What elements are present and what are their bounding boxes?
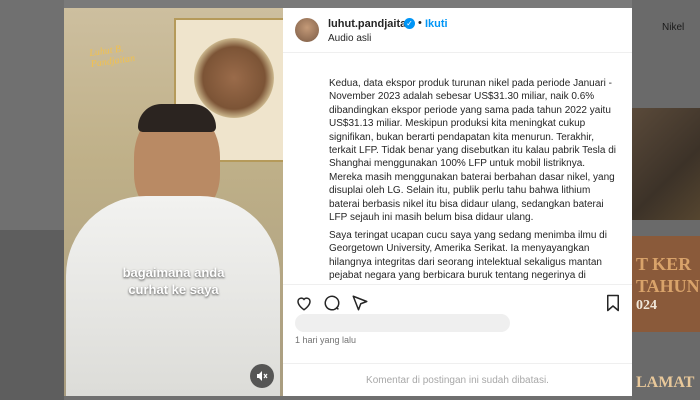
mute-icon-glyph <box>257 371 268 381</box>
likes-placeholder <box>295 314 510 332</box>
background-thumbnail <box>632 108 700 220</box>
post-modal: Luhut B. Pandjaitan bagaimana anda curha… <box>64 8 632 396</box>
post-caption-scroll[interactable]: Kedua, data ekspor produk turunan nikel … <box>283 53 632 284</box>
avatar[interactable] <box>295 18 319 42</box>
decorative-fan <box>194 38 274 118</box>
save-icon[interactable] <box>605 294 625 314</box>
post-header: luhut.pandjaitan ✓ • Ikuti Audio asli <box>283 8 632 53</box>
background-top-bar <box>0 0 700 8</box>
caption-line-1: bagaimana anda <box>122 265 225 280</box>
video-caption: bagaimana anda curhat ke saya <box>64 264 283 298</box>
like-icon[interactable] <box>295 294 315 314</box>
background-bottom-text: LAMAT <box>636 374 695 391</box>
username[interactable]: luhut.pandjaitan <box>328 18 413 30</box>
video-watermark: Luhut B. Pandjaitan <box>89 43 136 70</box>
comment-footer: Komentar di postingan ini sudah dibatasi… <box>283 363 632 396</box>
verified-icon: ✓ <box>404 18 415 29</box>
promo-line-2: TAHUN <box>636 276 700 296</box>
caption-paragraph-1: Kedua, data ekspor produk turunan nikel … <box>329 78 617 224</box>
promo-line-1: T KER <box>636 254 692 274</box>
separator: • <box>418 17 422 29</box>
background-left-strip <box>0 230 64 400</box>
post-video[interactable]: Luhut B. Pandjaitan bagaimana anda curha… <box>64 8 283 396</box>
follow-button[interactable]: Ikuti <box>425 18 448 30</box>
post-time[interactable]: 1 hari yang lalu <box>295 335 356 345</box>
promo-line-3: 024 <box>636 298 657 313</box>
comment-icon[interactable] <box>323 294 343 314</box>
audio-link[interactable]: Audio asli <box>328 33 371 44</box>
action-bar <box>283 284 632 315</box>
post-sidebar: luhut.pandjaitan ✓ • Ikuti Audio asli Ke… <box>283 8 632 396</box>
share-icon[interactable] <box>351 294 371 314</box>
mute-icon[interactable] <box>250 364 274 388</box>
background-label: Nikel <box>662 22 685 33</box>
caption-line-2: curhat ke saya <box>128 282 219 297</box>
caption-paragraph-2: Saya teringat ucapan cucu saya yang seda… <box>329 230 607 282</box>
comments-disabled-text: Komentar di postingan ini sudah dibatasi… <box>366 375 549 386</box>
speaker-hair <box>138 104 216 132</box>
